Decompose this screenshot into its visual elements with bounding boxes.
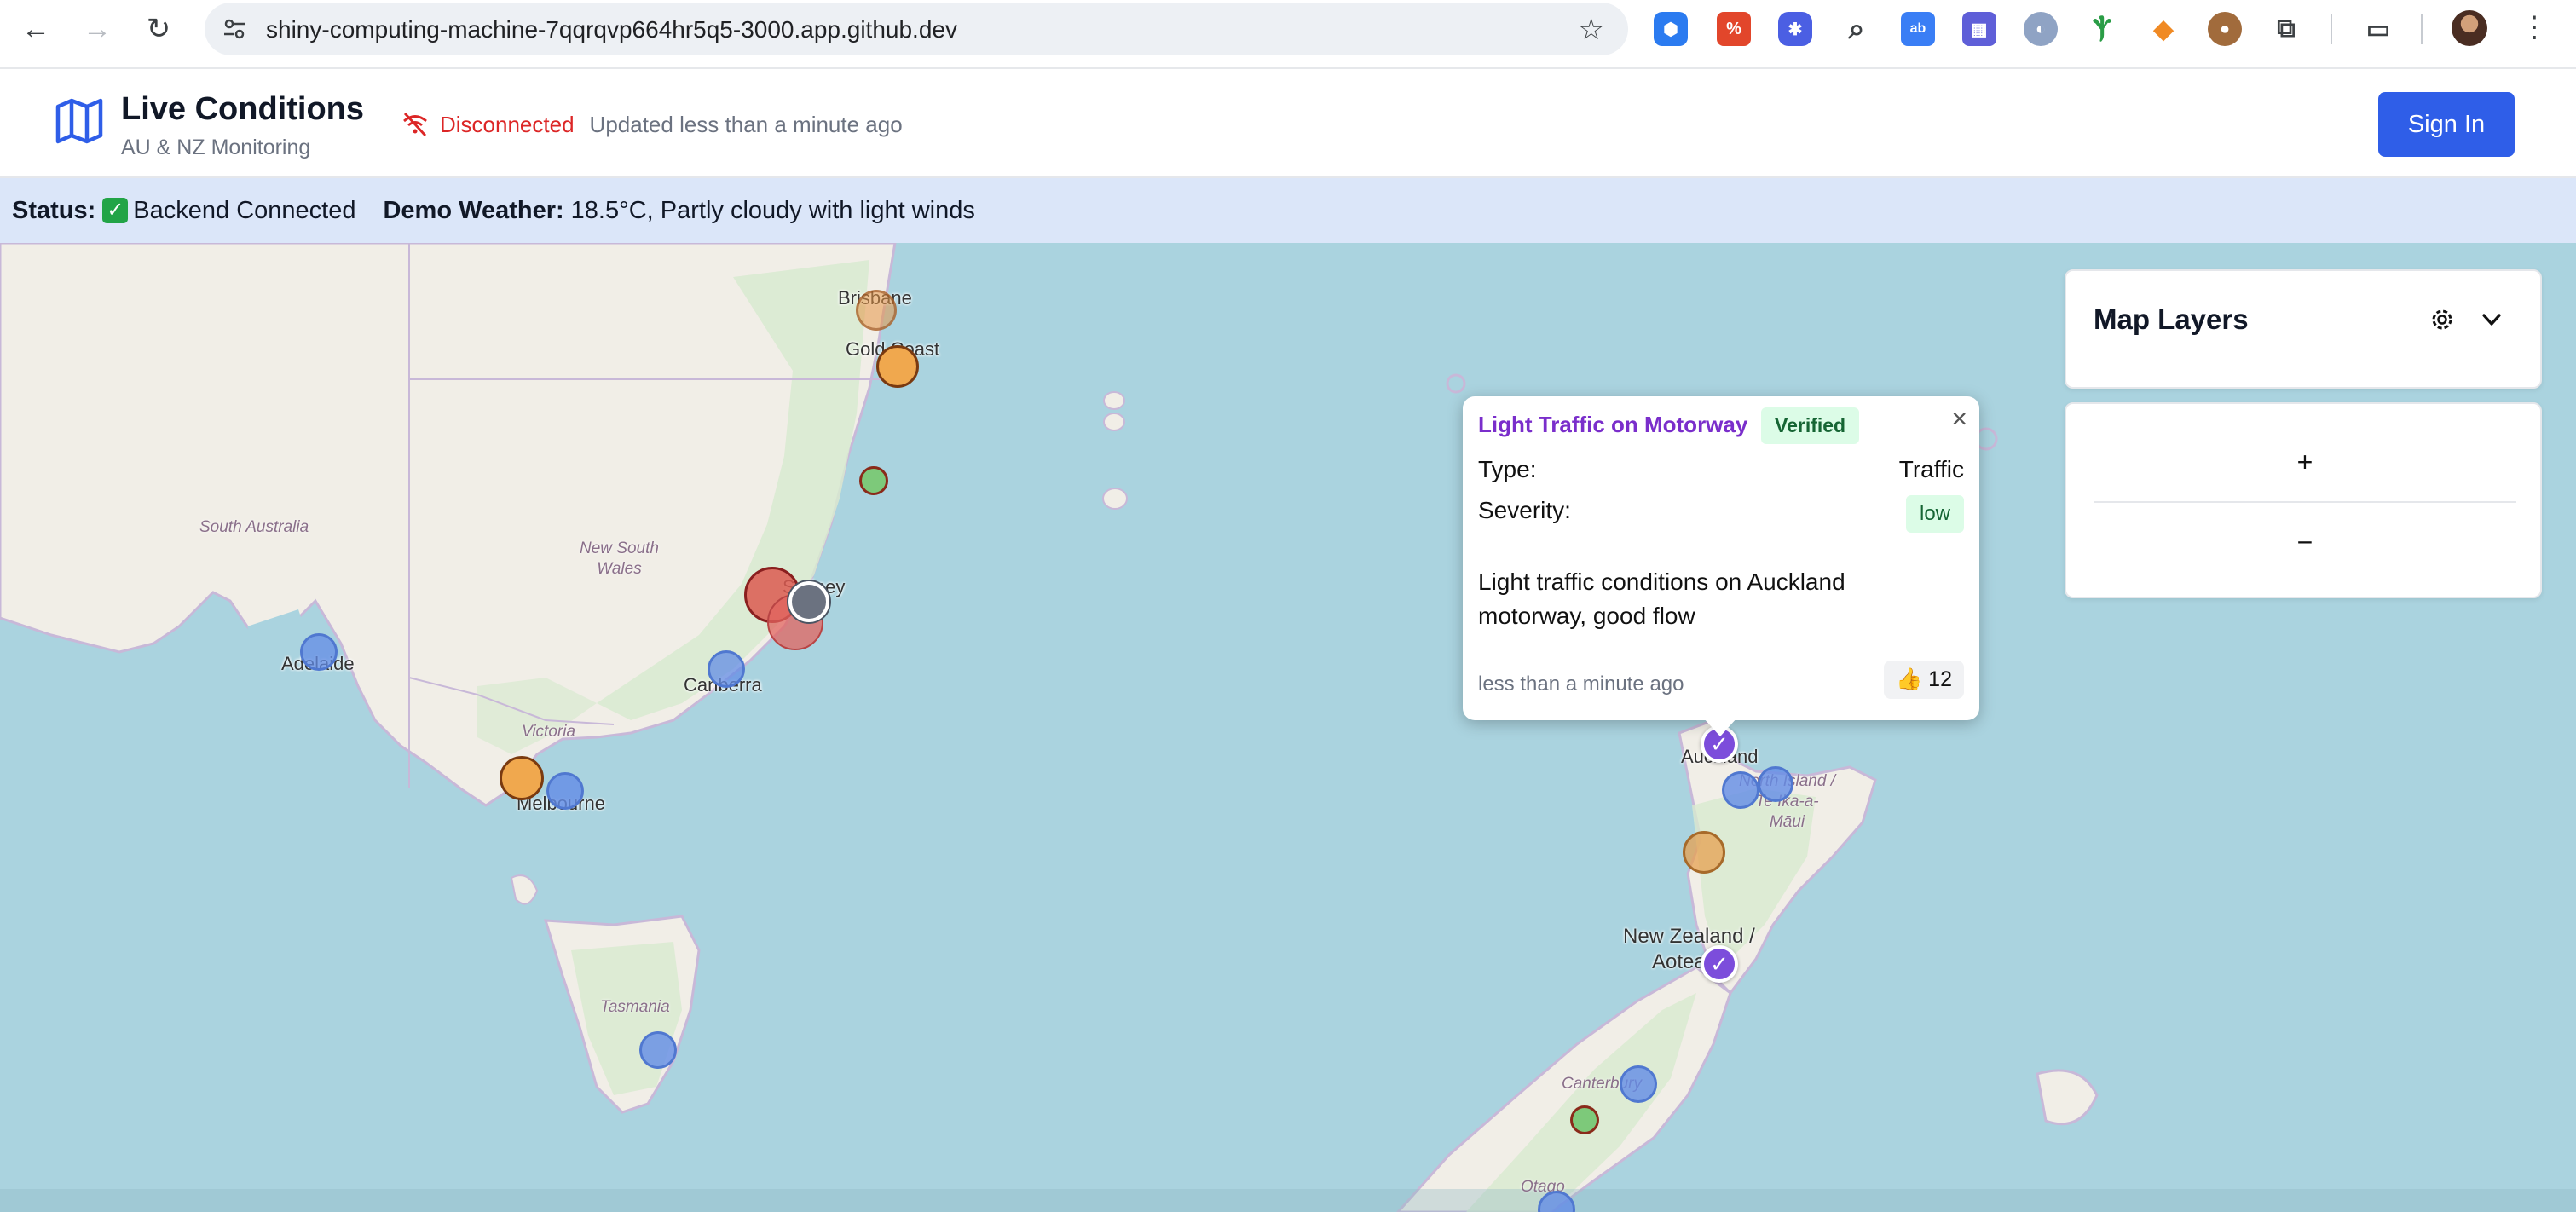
condition-marker[interactable]	[708, 650, 745, 688]
popup-timestamp: less than a minute ago	[1478, 672, 1684, 695]
browser-menu-icon[interactable]: ⋮	[2520, 10, 2549, 44]
condition-marker[interactable]	[639, 1031, 677, 1069]
region-label-tasmania: Tasmania	[600, 998, 670, 1016]
forward-icon[interactable]: →	[80, 12, 114, 46]
address-bar[interactable]: shiny-computing-machine-7qqrqvp664hr5q5-…	[205, 3, 1628, 55]
zoom-divider	[2094, 501, 2516, 503]
map-layers-panel: Map Layers	[2065, 269, 2542, 389]
app-title: Live Conditions	[121, 91, 364, 127]
extension-circle-icon[interactable]: ◐	[2024, 12, 2058, 46]
status-value: Backend Connected	[133, 196, 356, 224]
browser-toolbar: ← → ↻ shiny-computing-machine-7qqrqvp664…	[0, 0, 2576, 69]
app-header: Live Conditions AU & NZ Monitoring Disco…	[0, 69, 2576, 178]
extension-fox-icon[interactable]: ◆	[2146, 12, 2180, 46]
cast-icon[interactable]: ▭	[2361, 12, 2395, 46]
chevron-down-icon[interactable]	[2479, 309, 2504, 331]
type-label: Type:	[1478, 456, 1537, 482]
condition-marker[interactable]	[1722, 771, 1759, 809]
weather-value: 18.5°C, Partly cloudy with light winds	[570, 196, 975, 224]
vote-button[interactable]: 👍 12	[1884, 661, 1964, 699]
last-updated: Updated less than a minute ago	[589, 111, 903, 137]
sign-in-button[interactable]: Sign In	[2378, 92, 2515, 157]
zoom-out-button[interactable]: −	[2094, 508, 2516, 576]
extension-star-icon[interactable]: ✱	[1778, 12, 1812, 46]
condition-marker[interactable]	[546, 772, 584, 810]
extension-shield-icon[interactable]: ⬢	[1654, 12, 1688, 46]
extension-grid-icon[interactable]: ▦	[1962, 12, 1996, 46]
wifi-off-icon	[403, 113, 427, 136]
verified-badge: Verified	[1761, 407, 1860, 444]
site-settings-icon[interactable]	[222, 16, 247, 42]
extensions-puzzle-icon[interactable]: ⧉	[2269, 12, 2303, 46]
status-bar: Status: ✓ Backend Connected Demo Weather…	[0, 178, 2576, 243]
place-label-new-zealand: New Zealand /	[1623, 925, 1755, 948]
condition-marker[interactable]	[1758, 766, 1793, 802]
condition-marker[interactable]	[859, 466, 888, 495]
map-logo-icon	[55, 98, 103, 144]
toolbar-divider	[2421, 14, 2423, 44]
zoom-in-button[interactable]: +	[2094, 428, 2516, 496]
severity-badge: low	[1905, 495, 1964, 533]
status-label: Status:	[12, 196, 96, 224]
extension-search-icon[interactable]: ⌕	[1840, 12, 1874, 46]
extension-bird-icon[interactable]: Ⲯ	[2085, 12, 2119, 46]
region-label-new-south-wales: New South Wales	[580, 540, 659, 578]
incident-popup: × Light Traffic on Motorway Verified Typ…	[1463, 396, 1979, 720]
condition-marker[interactable]	[788, 581, 829, 622]
extension-cookie-icon[interactable]: ●	[2208, 12, 2242, 46]
profile-avatar[interactable]	[2452, 10, 2487, 46]
condition-marker[interactable]	[856, 290, 897, 331]
severity-label: Severity:	[1478, 497, 1571, 523]
connection-label: Disconnected	[440, 111, 575, 137]
connection-status: Disconnected Updated less than a minute …	[401, 110, 903, 139]
weather-label: Demo Weather:	[383, 196, 564, 224]
bookmark-star-icon[interactable]: ☆	[1579, 13, 1604, 47]
extension-ab-icon[interactable]: ab	[1901, 12, 1935, 46]
condition-marker[interactable]	[876, 345, 919, 388]
back-icon[interactable]: ←	[19, 12, 53, 46]
reload-icon[interactable]: ↻	[142, 12, 176, 46]
popup-description: Light traffic conditions on Auckland mot…	[1478, 568, 1845, 629]
map-layers-title: Map Layers	[2094, 303, 2249, 335]
type-value: Traffic	[1898, 456, 1964, 482]
extension-percent-icon[interactable]: %	[1717, 12, 1751, 46]
verified-marker[interactable]: ✓	[1701, 945, 1738, 983]
popup-title: Light Traffic on Motorway	[1478, 412, 1748, 437]
region-label-south-australia: South Australia	[199, 518, 309, 536]
condition-marker[interactable]	[1570, 1105, 1599, 1134]
url-text[interactable]: shiny-computing-machine-7qqrqvp664hr5q5-…	[266, 16, 957, 43]
app-subtitle: AU & NZ Monitoring	[121, 136, 311, 159]
popup-pointer	[1703, 718, 1737, 736]
condition-marker[interactable]	[300, 633, 338, 671]
condition-marker[interactable]	[1620, 1065, 1657, 1103]
condition-marker[interactable]	[1683, 831, 1725, 874]
check-icon: ✓	[102, 198, 129, 223]
region-label-victoria: Victoria	[522, 723, 576, 741]
condition-marker[interactable]	[500, 756, 544, 800]
toolbar-divider	[2331, 14, 2332, 44]
zoom-control: + −	[2065, 402, 2542, 598]
gear-icon[interactable]	[2428, 305, 2457, 334]
close-icon[interactable]: ×	[1951, 403, 1967, 435]
